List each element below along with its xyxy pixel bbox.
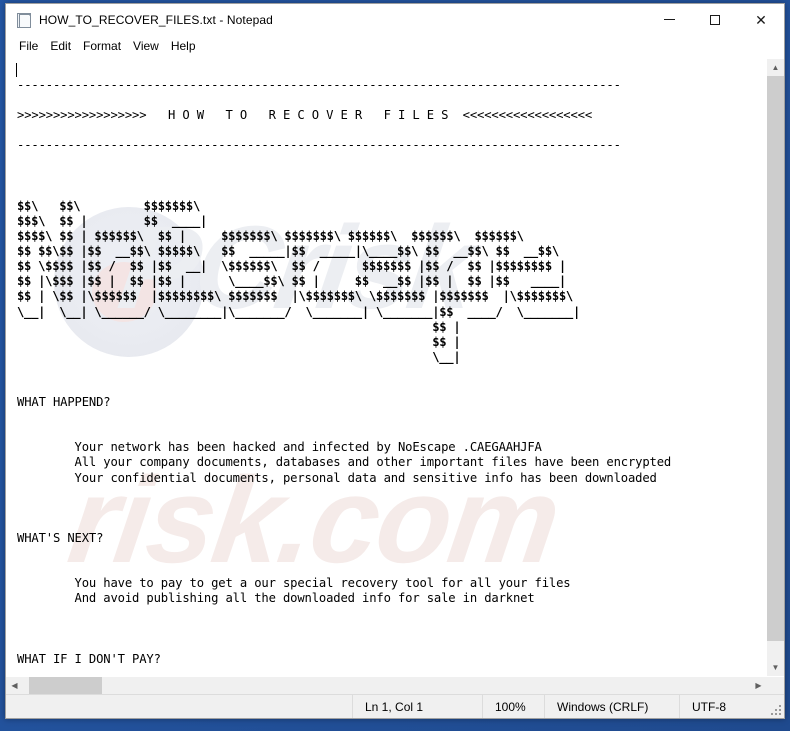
text-caret (16, 63, 17, 77)
text-editor[interactable]: PCrisk risk.com ------------------------… (6, 59, 766, 676)
scrollbar-corner (767, 677, 784, 694)
status-line-ending: Windows (CRLF) (544, 695, 679, 718)
minimize-button[interactable] (646, 4, 692, 35)
notepad-window: HOW_TO_RECOVER_FILES.txt - Notepad ✕ Fil… (5, 3, 785, 719)
horizontal-scrollbar-thumb[interactable] (29, 677, 102, 694)
title-bar[interactable]: HOW_TO_RECOVER_FILES.txt - Notepad ✕ (6, 4, 784, 35)
status-spacer (6, 695, 352, 718)
scroll-right-button[interactable]: ▶ (750, 677, 767, 694)
scroll-left-button[interactable]: ◀ (6, 677, 23, 694)
editor-area: PCrisk risk.com ------------------------… (6, 58, 784, 676)
vertical-scrollbar-thumb[interactable] (767, 76, 784, 641)
section-heading-what-happend: WHAT HAPPEND? (17, 395, 111, 410)
chevron-right-icon: ▶ (755, 680, 762, 690)
horizontal-scrollbar[interactable]: ◀ ▶ (6, 676, 784, 694)
section-body-what-happend: Your network has been hacked and infecte… (74, 440, 672, 485)
vertical-scrollbar[interactable]: ▲ ▼ (766, 59, 784, 676)
window-title: HOW_TO_RECOVER_FILES.txt - Notepad (39, 12, 273, 27)
close-button[interactable]: ✕ (738, 4, 784, 35)
menu-item-file[interactable]: File (13, 37, 44, 55)
desktop-background: HOW_TO_RECOVER_FILES.txt - Notepad ✕ Fil… (0, 0, 790, 731)
ascii-art-noescape: $$\ $$\ $$$$$$$\ $$$\ $$ | $$ ____| $$$$… (17, 198, 581, 364)
section-heading-what-if-i-dont-pay: WHAT IF I DON'T PAY? (17, 651, 161, 666)
minimize-icon (663, 19, 675, 20)
chevron-down-icon: ▼ (771, 662, 780, 672)
menu-item-view[interactable]: View (127, 37, 165, 55)
menu-item-edit[interactable]: Edit (44, 37, 77, 55)
resize-grip-icon[interactable] (769, 703, 781, 715)
close-icon: ✕ (755, 11, 767, 28)
status-cursor-position: Ln 1, Col 1 (352, 695, 482, 718)
menu-item-help[interactable]: Help (165, 37, 202, 55)
menu-item-format[interactable]: Format (77, 37, 127, 55)
banner-headline: >>>>>>>>>>>>>>>>>> H O W T O R E C O V E… (17, 108, 592, 123)
notepad-document-icon (16, 12, 32, 28)
menu-bar: File Edit Format View Help (6, 35, 784, 58)
banner-rule-top: ----------------------------------------… (17, 78, 621, 93)
maximize-button[interactable] (692, 4, 738, 35)
section-body-whats-next: You have to pay to get a our special rec… (74, 576, 571, 606)
banner-rule-bottom: ----------------------------------------… (17, 138, 621, 153)
status-bar: Ln 1, Col 1 100% Windows (CRLF) UTF-8 (6, 694, 784, 718)
scroll-down-button[interactable]: ▼ (767, 659, 784, 676)
ransom-note-text: ----------------------------------------… (7, 61, 766, 676)
chevron-left-icon: ◀ (11, 680, 18, 690)
chevron-up-icon: ▲ (771, 62, 780, 72)
maximize-icon (710, 14, 720, 25)
section-heading-whats-next: WHAT'S NEXT? (17, 530, 104, 545)
caption-buttons: ✕ (646, 4, 784, 35)
scroll-up-button[interactable]: ▲ (767, 59, 784, 76)
status-zoom-level[interactable]: 100% (482, 695, 544, 718)
